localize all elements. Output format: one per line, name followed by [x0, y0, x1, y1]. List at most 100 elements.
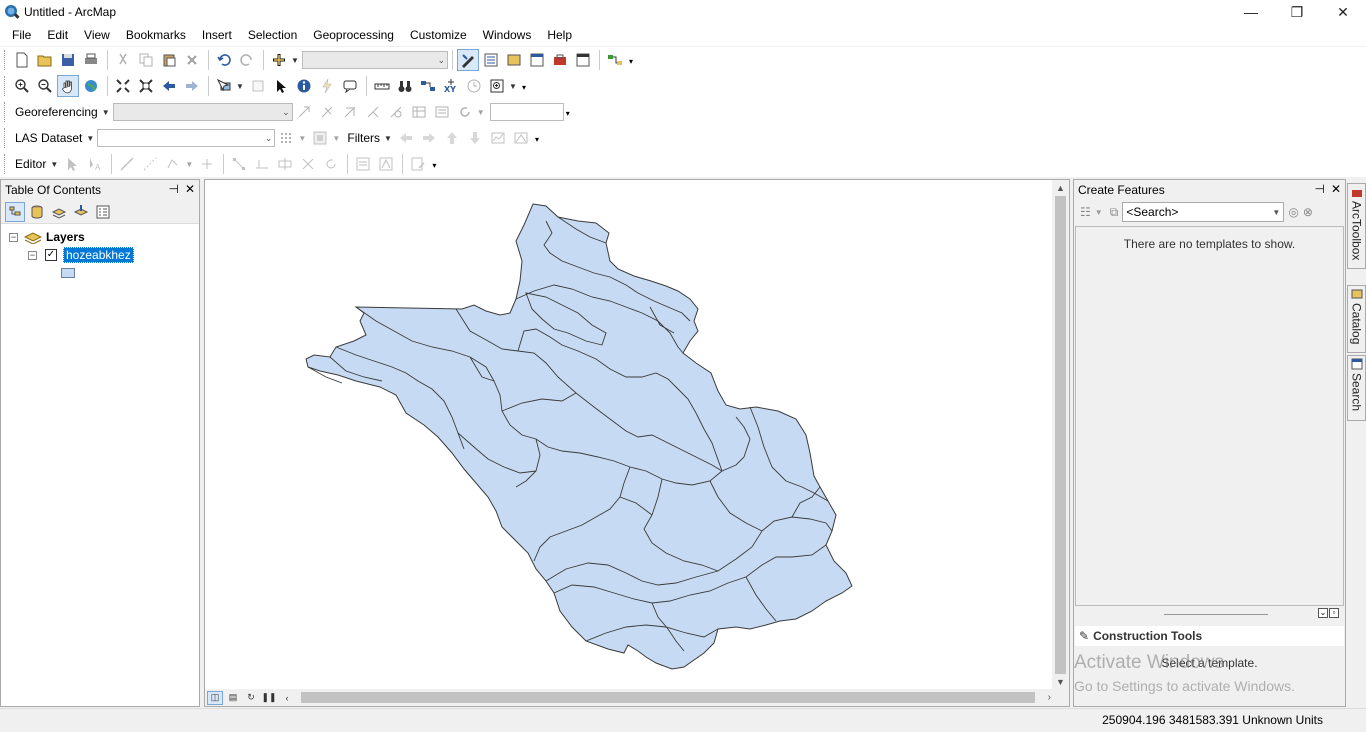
copy-icon[interactable] — [135, 49, 157, 71]
sketch-properties-icon[interactable] — [375, 153, 397, 175]
search-window-icon[interactable] — [526, 49, 548, 71]
arrow-right-icon[interactable] — [418, 127, 440, 149]
toolbar-grip[interactable] — [4, 50, 7, 70]
attributes-icon[interactable] — [352, 153, 374, 175]
menu-selection[interactable]: Selection — [240, 24, 305, 46]
list-by-visibility-icon[interactable] — [49, 202, 69, 222]
menu-help[interactable]: Help — [539, 24, 580, 46]
rotate-dropdown-icon[interactable]: ▼ — [477, 108, 485, 117]
editor-menu[interactable]: Editor — [11, 157, 50, 171]
menu-geoprocessing[interactable]: Geoprocessing — [305, 24, 402, 46]
filters-dropdown-icon[interactable]: ▼ — [384, 134, 392, 143]
fixed-zoom-out-icon[interactable] — [135, 75, 157, 97]
scroll-left-icon[interactable]: ‹ — [279, 691, 295, 705]
organize-templates-icon[interactable]: ☷ — [1080, 205, 1091, 219]
undo-icon[interactable] — [213, 49, 235, 71]
toolbar-options-icon[interactable]: ▾ — [432, 158, 440, 170]
point-dropdown-icon[interactable]: ▼ — [298, 134, 306, 143]
scroll-up-icon[interactable]: ▲ — [1052, 180, 1069, 196]
surface-dropdown-icon[interactable]: ▼ — [332, 134, 340, 143]
layer-symbol-swatch[interactable] — [61, 268, 75, 278]
edit-annotation-icon[interactable]: A — [84, 153, 106, 175]
layer-visibility-checkbox[interactable]: ✓ — [45, 249, 57, 261]
las-dataset-dropdown-icon[interactable]: ▼ — [86, 134, 94, 143]
find-route-icon[interactable] — [417, 75, 439, 97]
georeferencing-dropdown-icon[interactable]: ▼ — [102, 108, 110, 117]
split-tool-icon[interactable] — [297, 153, 319, 175]
toc-close-icon[interactable]: ✕ — [185, 182, 195, 196]
identify-icon[interactable] — [293, 75, 315, 97]
arrow-left-icon[interactable] — [395, 127, 417, 149]
toolbar-options-icon[interactable]: ▾ — [522, 80, 530, 92]
georeferencing-layer-combo[interactable]: ⌄ — [112, 103, 293, 121]
point-symbology-icon[interactable] — [275, 127, 297, 149]
layout-view-icon[interactable]: ▤ — [225, 691, 241, 705]
editor-dropdown-icon[interactable]: ▼ — [50, 160, 58, 169]
edit-tool-icon[interactable] — [61, 153, 83, 175]
georeferencing-value-input[interactable] — [489, 103, 564, 121]
delete-icon[interactable] — [181, 49, 203, 71]
map-vertical-scrollbar[interactable]: ▲ ▼ — [1052, 180, 1069, 690]
add-data-dropdown-icon[interactable]: ▼ — [291, 56, 299, 65]
arctoolbox-icon[interactable] — [549, 49, 571, 71]
rotate-icon[interactable] — [293, 101, 315, 123]
save-icon[interactable] — [57, 49, 79, 71]
restore-pane-icon[interactable]: ▫ — [1329, 608, 1339, 618]
map-scale-combo[interactable]: ⌄ — [302, 51, 448, 69]
tab-arctoolbox[interactable]: ArcToolbox — [1347, 183, 1366, 269]
search-icon[interactable]: ◎ — [1288, 205, 1298, 219]
clear-selection-icon[interactable] — [247, 75, 269, 97]
arrow-up-icon[interactable] — [441, 127, 463, 149]
straight-segment-icon[interactable] — [116, 153, 138, 175]
menu-view[interactable]: View — [76, 24, 118, 46]
select-elements-arrow-icon[interactable] — [270, 75, 292, 97]
python-window-icon[interactable] — [572, 49, 594, 71]
create-features-window-icon[interactable] — [407, 153, 429, 175]
tab-catalog[interactable]: Catalog — [1347, 285, 1366, 353]
list-by-drawing-order-icon[interactable] — [5, 201, 25, 222]
scroll-right-icon[interactable]: › — [1048, 689, 1051, 706]
full-extent-globe-icon[interactable] — [80, 75, 102, 97]
find-binoculars-icon[interactable] — [394, 75, 416, 97]
model-builder-icon[interactable] — [604, 49, 626, 71]
pin-icon[interactable]: ⊣ — [1314, 182, 1324, 196]
reshape-feature-icon[interactable] — [251, 153, 273, 175]
catalog-window-icon[interactable] — [503, 49, 525, 71]
horizontal-scroll-thumb[interactable] — [301, 692, 1035, 703]
measure-icon[interactable] — [371, 75, 393, 97]
cut-icon[interactable] — [112, 49, 134, 71]
select-link-icon[interactable] — [385, 101, 407, 123]
vertical-scroll-thumb[interactable] — [1055, 196, 1066, 674]
menu-file[interactable]: File — [4, 24, 39, 46]
auto-registration-icon[interactable] — [431, 101, 453, 123]
surface-symbology-icon[interactable] — [309, 127, 331, 149]
georeferencing-menu[interactable]: Georeferencing — [11, 105, 102, 119]
scroll-down-icon[interactable]: ▼ — [1052, 674, 1069, 690]
toolbar-grip[interactable] — [4, 102, 7, 122]
layer-name-label[interactable]: hozeabkhez — [63, 247, 134, 263]
viewer-rotate-icon[interactable] — [454, 101, 476, 123]
list-by-source-icon[interactable] — [27, 202, 47, 222]
las-layer-combo[interactable]: ⌄ — [97, 129, 276, 147]
construction-dropdown-icon[interactable]: ▼ — [185, 160, 193, 169]
filters-menu[interactable]: Filters — [343, 131, 384, 145]
select-features-icon[interactable] — [213, 75, 235, 97]
go-back-extent-icon[interactable] — [158, 75, 180, 97]
viewer-dropdown-icon[interactable]: ▼ — [509, 82, 517, 91]
cut-polygons-icon[interactable] — [274, 153, 296, 175]
tab-search[interactable]: Search — [1347, 355, 1366, 421]
menu-bookmarks[interactable]: Bookmarks — [118, 24, 194, 46]
templates-view-icon[interactable]: ⧉ — [1110, 205, 1119, 220]
fixed-zoom-in-icon[interactable] — [112, 75, 134, 97]
clear-search-icon[interactable]: ⊗ — [1303, 205, 1313, 219]
organize-dropdown-icon[interactable]: ▼ — [1095, 208, 1103, 217]
hyperlink-icon[interactable] — [316, 75, 338, 97]
point-icon[interactable] — [196, 153, 218, 175]
print-icon[interactable] — [80, 49, 102, 71]
redo-icon[interactable] — [236, 49, 258, 71]
open-folder-icon[interactable] — [34, 49, 56, 71]
menu-windows[interactable]: Windows — [475, 24, 540, 46]
restore-button[interactable]: ❐ — [1274, 0, 1320, 24]
toolbar-options-icon[interactable]: ▾ — [535, 132, 543, 144]
minimize-button[interactable]: — — [1228, 0, 1274, 24]
